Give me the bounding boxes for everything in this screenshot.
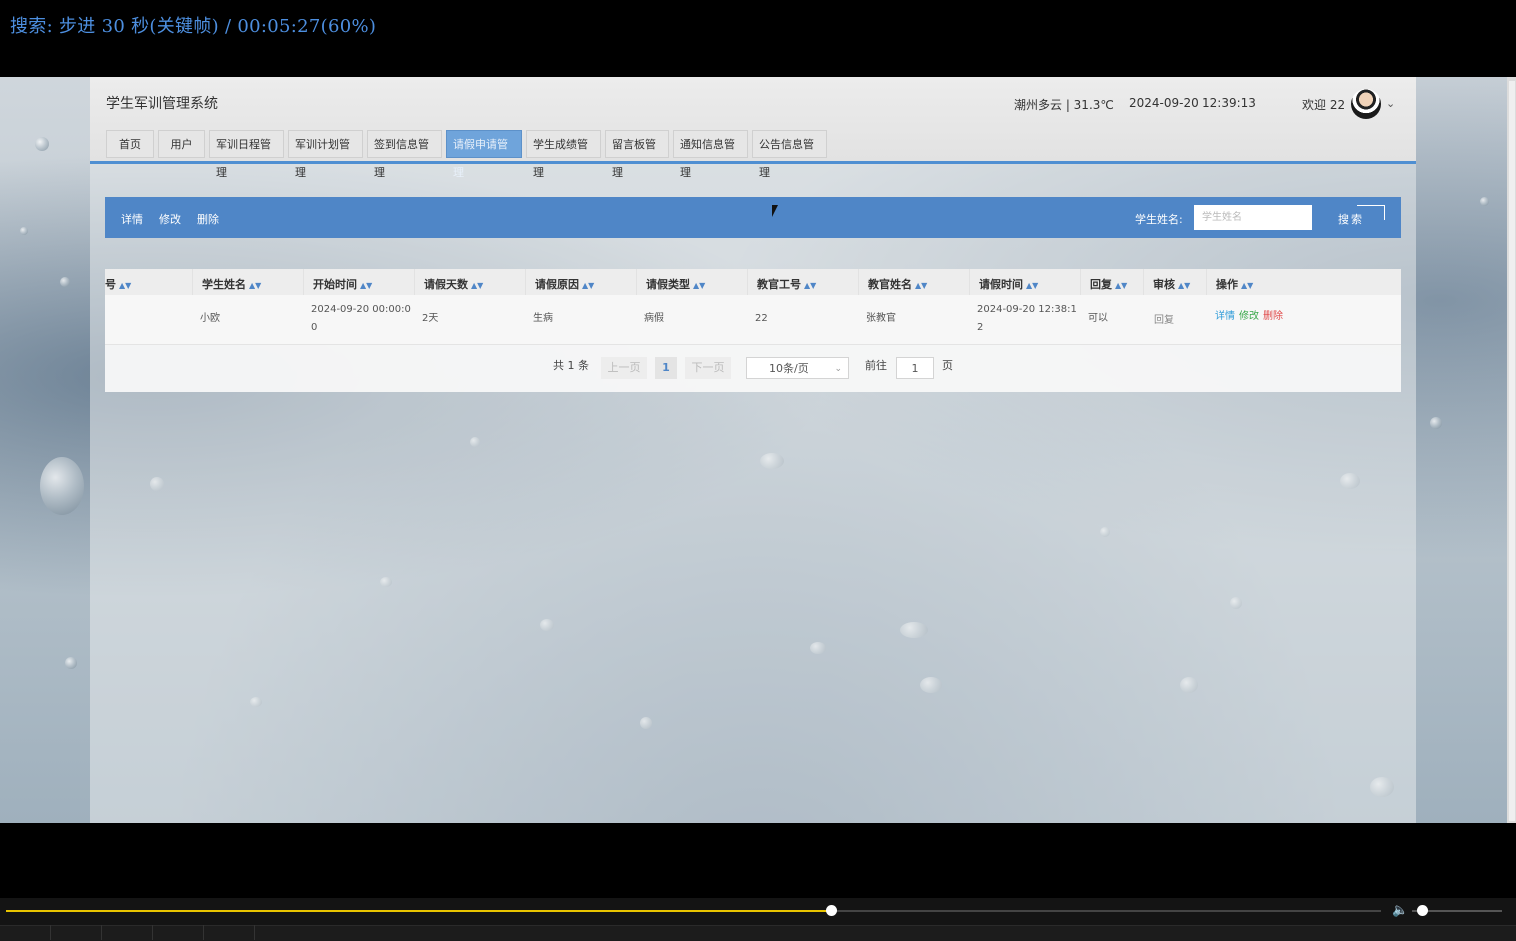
mouse-cursor-icon bbox=[772, 205, 778, 217]
raindrop bbox=[40, 457, 84, 515]
volume-icon[interactable]: 🔈 bbox=[1392, 903, 1408, 918]
nav-divider bbox=[90, 161, 1416, 164]
nav-item-scores[interactable]: 学生成绩管理 bbox=[526, 130, 601, 179]
leave-table: 号 ▲▼ 学生姓名 ▲▼ 开始时间 ▲▼ 请假天数 ▲▼ 请假原因 ▲▼ 请假类型 ▲▼ 教… bbox=[105, 269, 1401, 392]
header-days[interactable]: 请假天数 ▲▼ bbox=[424, 276, 483, 292]
video-area: 学生军训管理系统 潮州多云 | 31.3℃ 2024-09-20 12:39:1… bbox=[0, 77, 1516, 823]
taskbar-divider bbox=[203, 925, 204, 940]
cell-start-time: 2024-09-20 00:00:0 0 bbox=[311, 304, 411, 333]
detail-button[interactable]: 详情 bbox=[121, 211, 143, 227]
header-type[interactable]: 请假类型 ▲▼ bbox=[646, 276, 705, 292]
taskbar bbox=[0, 925, 1516, 941]
raindrop bbox=[35, 137, 49, 151]
page-suffix: 页 bbox=[942, 359, 953, 372]
nav-item-announcements[interactable]: 公告信息管理 bbox=[752, 130, 827, 179]
nav-item-leave[interactable]: 请假申请管理 bbox=[446, 130, 522, 179]
goto-label: 前往 bbox=[865, 359, 887, 372]
cell-student-name: 小欧 bbox=[200, 313, 220, 324]
taskbar-divider bbox=[50, 925, 51, 940]
row-detail-link[interactable]: 详情 bbox=[1215, 311, 1235, 322]
raindrop bbox=[20, 227, 28, 235]
nav-item-messages[interactable]: 留言板管理 bbox=[605, 130, 669, 179]
page-size-select[interactable]: 10条/页 ⌄ bbox=[746, 357, 849, 379]
cell-instructor-name: 张教官 bbox=[866, 313, 896, 324]
current-date: 2024-09-20 bbox=[1129, 96, 1199, 110]
raindrop bbox=[1430, 417, 1442, 429]
header-leave-time[interactable]: 请假时间 ▲▼ bbox=[979, 276, 1038, 292]
row-edit-link[interactable]: 修改 bbox=[1239, 311, 1259, 322]
cell-type: 病假 bbox=[644, 313, 664, 324]
nav-item-checkin[interactable]: 签到信息管理 bbox=[367, 130, 442, 179]
scrollbar-thumb[interactable] bbox=[1509, 81, 1515, 821]
cell-instructor-id: 22 bbox=[755, 313, 768, 324]
raindrop bbox=[65, 657, 77, 669]
delete-button[interactable]: 删除 bbox=[197, 211, 219, 227]
header-actions[interactable]: 操作 ▲▼ bbox=[1216, 276, 1253, 292]
next-page-button[interactable]: 下一页 bbox=[685, 357, 731, 379]
current-time: 12:39:13 bbox=[1202, 96, 1256, 110]
prev-page-button[interactable]: 上一页 bbox=[601, 357, 647, 379]
cell-leave-time: 2024-09-20 12:38:1 2 bbox=[977, 304, 1077, 333]
header-start-time[interactable]: 开始时间 ▲▼ bbox=[313, 276, 372, 292]
raindrop bbox=[60, 277, 70, 287]
avatar[interactable] bbox=[1351, 89, 1381, 119]
toolbar: 详情 修改 删除 学生姓名: 搜索 bbox=[105, 197, 1401, 238]
chevron-down-icon: ⌄ bbox=[834, 364, 842, 374]
chevron-down-icon[interactable]: ⌄ bbox=[1386, 97, 1395, 110]
taskbar-divider bbox=[152, 925, 153, 940]
nav-item-users[interactable]: 用户 bbox=[158, 130, 205, 158]
app-window: 学生军训管理系统 潮州多云 | 31.3℃ 2024-09-20 12:39:1… bbox=[90, 77, 1416, 823]
weather-info: 潮州多云 | 31.3℃ bbox=[1014, 98, 1114, 112]
volume-handle[interactable] bbox=[1417, 905, 1428, 916]
cell-reply: 可以 bbox=[1088, 313, 1108, 324]
pagination-total: 共 1 条 bbox=[553, 359, 589, 372]
header-student-name[interactable]: 学生姓名 ▲▼ bbox=[202, 276, 261, 292]
welcome-text: 欢迎 22 bbox=[1302, 98, 1346, 112]
search-button-corner bbox=[1357, 205, 1385, 220]
nav-item-plan[interactable]: 军训计划管理 bbox=[288, 130, 363, 179]
nav-item-home[interactable]: 首页 bbox=[106, 130, 154, 158]
header-reply[interactable]: 回复 ▲▼ bbox=[1090, 276, 1127, 292]
player-osd-text: 搜索: 步进 30 秒(关键帧) / 00:05:27(60%) bbox=[10, 16, 377, 37]
header-instructor-name[interactable]: 教官姓名 ▲▼ bbox=[868, 276, 927, 292]
seek-progress bbox=[6, 910, 831, 912]
app-header: 学生军训管理系统 潮州多云 | 31.3℃ 2024-09-20 12:39:1… bbox=[90, 77, 1416, 179]
cell-review[interactable]: 回复 bbox=[1154, 312, 1174, 330]
search-label: 学生姓名: bbox=[1135, 213, 1183, 226]
taskbar-divider bbox=[254, 925, 255, 940]
cell-actions: 详情 修改 删除 bbox=[1215, 308, 1287, 326]
main-nav: 首页 用户 军训日程管理 军训计划管理 签到信息管理 请假申请管理 学生成绩管理… bbox=[106, 130, 831, 179]
nav-item-schedule[interactable]: 军训日程管理 bbox=[209, 130, 284, 179]
cell-days: 2天 bbox=[422, 313, 439, 324]
header-reason[interactable]: 请假原因 ▲▼ bbox=[535, 276, 594, 292]
header-id[interactable]: 号 ▲▼ bbox=[105, 276, 131, 292]
student-name-search-input[interactable] bbox=[1194, 205, 1312, 230]
cell-reason: 生病 bbox=[533, 313, 553, 324]
taskbar-divider bbox=[101, 925, 102, 940]
nav-item-notices[interactable]: 通知信息管理 bbox=[673, 130, 748, 179]
table-row[interactable]: 小欧 2024-09-20 00:00:0 0 2天 生病 病假 22 张教官 2… bbox=[105, 295, 1401, 345]
raindrop bbox=[1480, 197, 1489, 206]
header-review[interactable]: 审核 ▲▼ bbox=[1153, 276, 1190, 292]
page-number-current[interactable]: 1 bbox=[655, 357, 677, 379]
edit-button[interactable]: 修改 bbox=[159, 211, 181, 227]
seek-handle[interactable] bbox=[826, 905, 837, 916]
system-title: 学生军训管理系统 bbox=[106, 96, 218, 112]
row-delete-link[interactable]: 删除 bbox=[1263, 311, 1283, 322]
header-instructor-id[interactable]: 教官工号 ▲▼ bbox=[757, 276, 816, 292]
goto-page-input[interactable] bbox=[896, 357, 934, 379]
